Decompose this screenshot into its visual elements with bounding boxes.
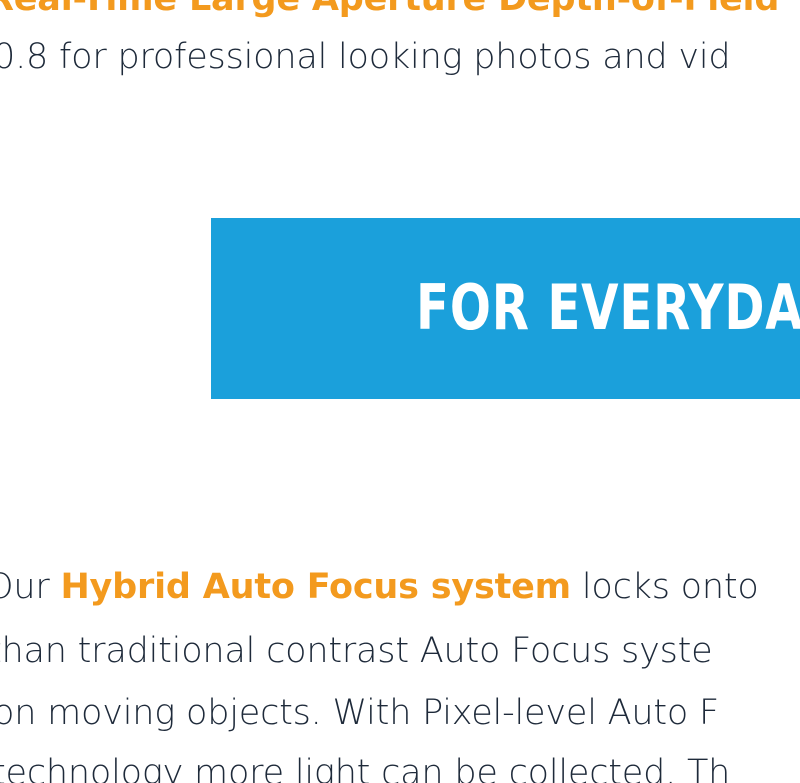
paragraph-line-1-prefix: Our bbox=[0, 567, 50, 607]
paragraph-line-1-suffix: locks onto bbox=[581, 567, 759, 607]
hybrid-autofocus-highlight: Hybrid Auto Focus system bbox=[60, 567, 571, 607]
feature-description: 0.8 for professional looking photos and … bbox=[0, 37, 731, 77]
banner-title: FOR EVERYDA bbox=[416, 271, 800, 344]
paragraph-line-3: on moving objects. With Pixel-level Auto… bbox=[0, 693, 719, 733]
paragraph-line-4: technology more light can be collected. … bbox=[0, 753, 731, 783]
section-banner: FOR EVERYDA bbox=[211, 218, 800, 399]
paragraph-line-1: Our Hybrid Auto Focus system locks onto bbox=[0, 564, 759, 610]
feature-heading: Real-Time Large Aperture Depth-of-Field bbox=[0, 0, 779, 22]
page: Real-Time Large Aperture Depth-of-Field … bbox=[0, 0, 800, 783]
paragraph-line-2: than traditional contrast Auto Focus sys… bbox=[0, 631, 713, 671]
